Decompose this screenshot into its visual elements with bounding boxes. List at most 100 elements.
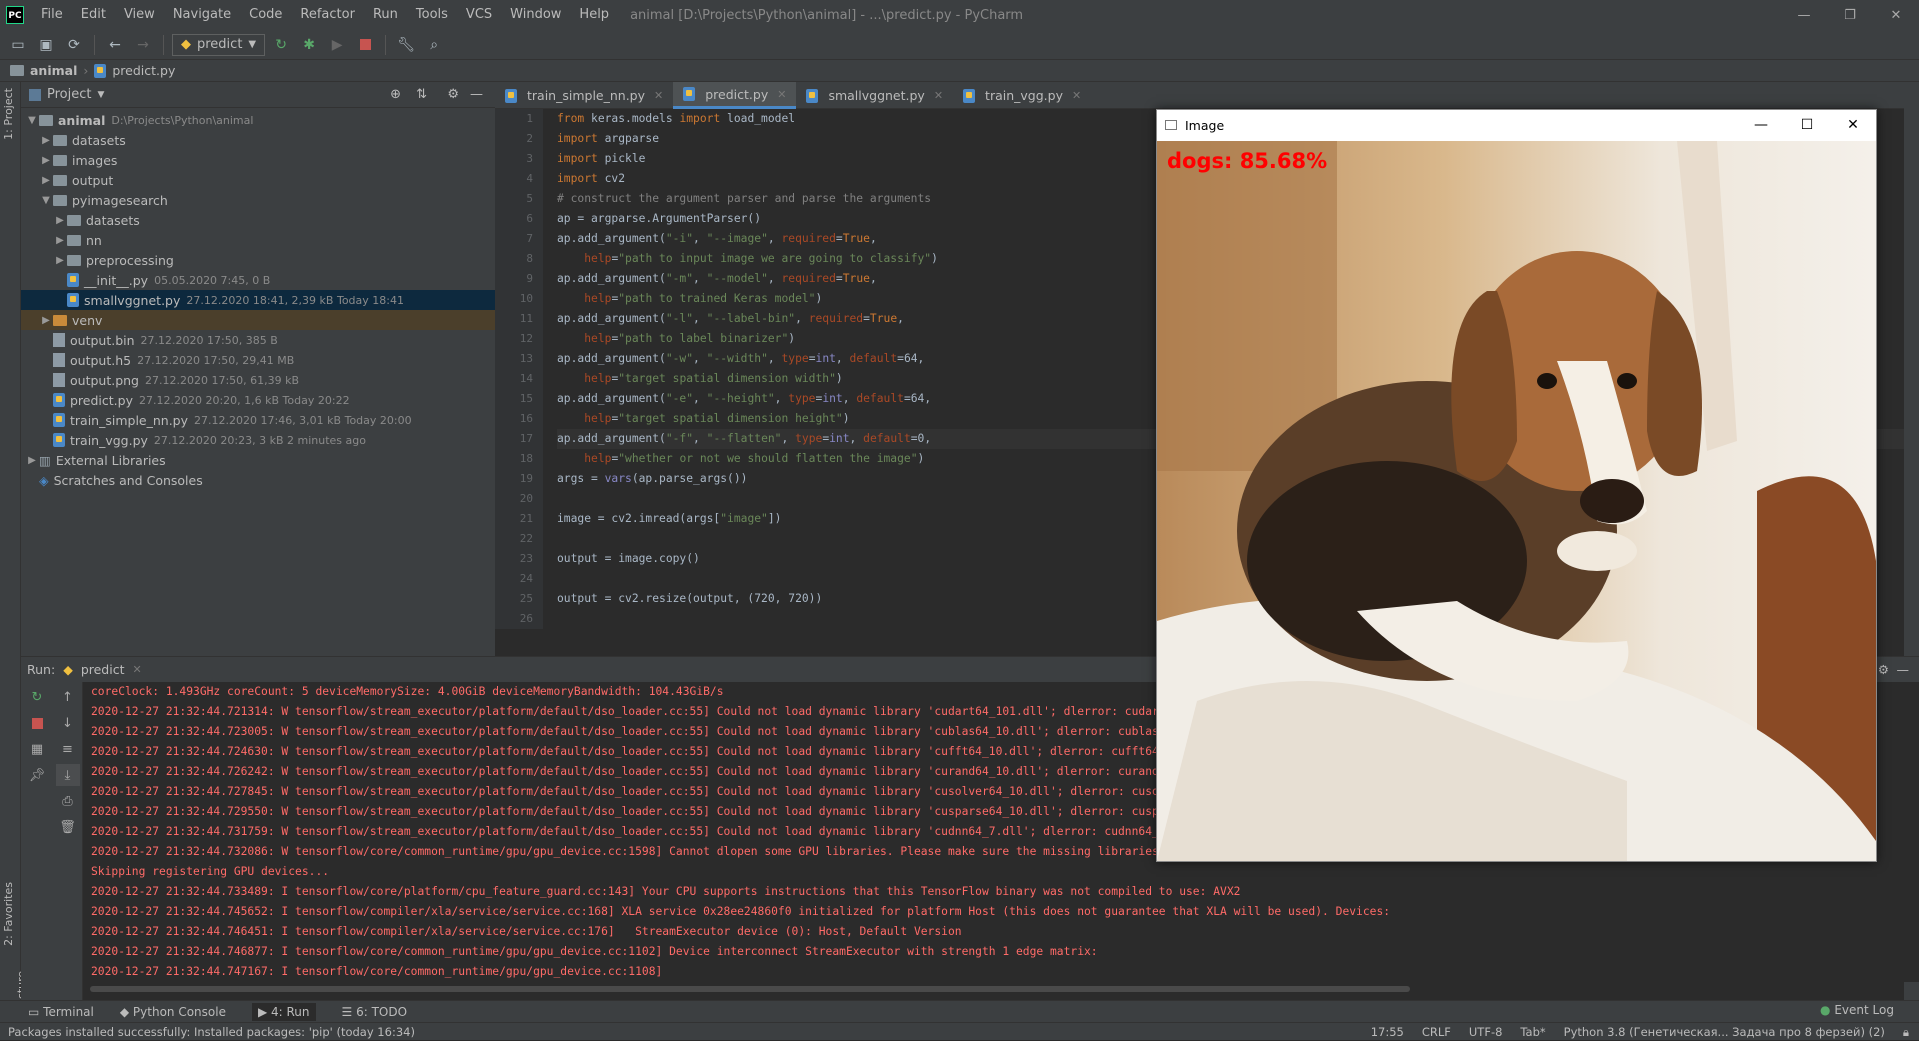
rerun-icon[interactable]: ↻: [25, 686, 49, 708]
chevron-right-icon[interactable]: ▶: [39, 315, 53, 326]
tree-item[interactable]: ▶ nn: [21, 230, 495, 250]
hide-icon[interactable]: —: [470, 87, 483, 102]
editor-tab[interactable]: smallvggnet.py ✕: [796, 82, 953, 109]
line-separator[interactable]: CRLF: [1422, 1023, 1451, 1041]
menu-item-view[interactable]: View: [115, 0, 164, 30]
editor-tab[interactable]: predict.py ✕: [673, 82, 797, 109]
search-icon[interactable]: ⌕: [422, 34, 446, 56]
sync-icon[interactable]: ⟳: [62, 34, 86, 56]
tree-item[interactable]: ▶ datasets: [21, 130, 495, 150]
collapse-all-icon[interactable]: ⇅: [416, 87, 427, 102]
hide-icon[interactable]: —: [1897, 662, 1910, 677]
minimize-icon[interactable]: —: [1738, 110, 1784, 140]
layout-icon[interactable]: ▦: [25, 738, 49, 760]
tab-favorites[interactable]: 2: Favorites: [2, 882, 15, 946]
maximize-icon[interactable]: ☐: [1784, 110, 1830, 140]
coverage-icon[interactable]: ▶: [325, 34, 349, 56]
tree-item[interactable]: ▶ ▥ External Libraries: [21, 450, 495, 470]
chevron-right-icon[interactable]: ▶: [39, 155, 53, 166]
debug-icon[interactable]: ✱: [297, 34, 321, 56]
menu-item-tools[interactable]: Tools: [407, 0, 457, 30]
gear-icon[interactable]: ⚙: [447, 87, 459, 102]
stop-icon[interactable]: [353, 34, 377, 56]
menu-item-navigate[interactable]: Navigate: [164, 0, 240, 30]
locate-icon[interactable]: ⊕: [390, 87, 401, 102]
gear-icon[interactable]: ⚙: [1878, 662, 1889, 677]
run-config-dropdown[interactable]: ◆ predict ▼: [172, 33, 266, 56]
tree-item[interactable]: ◈ Scratches and Consoles: [21, 470, 495, 490]
python-interpreter[interactable]: Python 3.8 (Генетическая... Задача про 8…: [1564, 1023, 1885, 1041]
chevron-right-icon[interactable]: ▶: [25, 455, 39, 466]
save-icon[interactable]: ▣: [34, 34, 58, 56]
close-icon[interactable]: ✕: [934, 89, 943, 102]
menu-item-edit[interactable]: Edit: [72, 0, 115, 30]
tool-window-4-run[interactable]: ▶ 4: Run: [251, 1002, 316, 1021]
tree-item[interactable]: smallvggnet.py 27.12.2020 18:41, 2,39 kB …: [21, 290, 495, 310]
soft-wrap-icon[interactable]: ≡: [56, 738, 80, 760]
back-arrow-icon[interactable]: ←: [103, 34, 127, 56]
close-icon[interactable]: ✕: [1873, 0, 1919, 30]
menu-item-run[interactable]: Run: [364, 0, 407, 30]
rerun-icon[interactable]: ↻: [269, 34, 293, 56]
tool-window-terminal[interactable]: ▭ Terminal: [28, 1005, 94, 1019]
tree-item[interactable]: ▶ preprocessing: [21, 250, 495, 270]
tree-item[interactable]: output.h5 27.12.2020 17:50, 29,41 MB: [21, 350, 495, 370]
scroll-to-end-icon[interactable]: ⤓: [55, 764, 80, 786]
forward-arrow-icon[interactable]: →: [131, 34, 155, 56]
editor-tab[interactable]: train_vgg.py ✕: [953, 82, 1091, 109]
menu-item-vcs[interactable]: VCS: [457, 0, 501, 30]
chevron-down-icon[interactable]: ▼: [97, 90, 104, 100]
tree-item[interactable]: __init__.py 05.05.2020 7:45, 0 B: [21, 270, 495, 290]
close-icon[interactable]: ✕: [132, 663, 141, 676]
close-icon[interactable]: ✕: [654, 89, 663, 102]
menu-item-code[interactable]: Code: [240, 0, 291, 30]
open-folder-icon[interactable]: ▭: [6, 34, 30, 56]
chevron-down-icon[interactable]: ▼: [25, 115, 39, 126]
tree-item[interactable]: ▶ images: [21, 150, 495, 170]
lock-icon[interactable]: 🔒︎: [1903, 1023, 1909, 1041]
close-icon[interactable]: ✕: [1072, 89, 1081, 102]
tree-item[interactable]: ▶ datasets: [21, 210, 495, 230]
menu-item-help[interactable]: Help: [570, 0, 618, 30]
pin-icon[interactable]: 📌︎: [25, 764, 49, 786]
tree-item[interactable]: ▶ venv: [21, 310, 495, 330]
breadcrumb-project[interactable]: animal: [30, 63, 77, 78]
event-log-button[interactable]: ● Event Log: [1820, 1003, 1894, 1017]
editor-tab[interactable]: train_simple_nn.py ✕: [495, 82, 673, 109]
tree-item[interactable]: ▼ pyimagesearch: [21, 190, 495, 210]
tree-item[interactable]: ▶ output: [21, 170, 495, 190]
up-arrow-icon[interactable]: ↑: [56, 686, 80, 708]
minimize-icon[interactable]: —: [1781, 0, 1827, 30]
tree-item[interactable]: output.png 27.12.2020 17:50, 61,39 kB: [21, 370, 495, 390]
tree-item[interactable]: ▼ animal D:\Projects\Python\animal: [21, 110, 495, 130]
chevron-down-icon[interactable]: ▼: [39, 195, 53, 206]
console-horizontal-scrollbar[interactable]: [90, 986, 1410, 992]
chevron-right-icon[interactable]: ▶: [53, 255, 67, 266]
tool-window-6-todo[interactable]: ☰ 6: TODO: [342, 1005, 408, 1019]
project-view-selector[interactable]: Project: [47, 87, 91, 102]
chevron-right-icon[interactable]: ▶: [53, 215, 67, 226]
breadcrumb-file[interactable]: predict.py: [112, 63, 175, 78]
stop-icon[interactable]: [25, 712, 49, 734]
tree-item[interactable]: train_simple_nn.py 27.12.2020 17:46, 3,01…: [21, 410, 495, 430]
chevron-right-icon[interactable]: ▶: [39, 175, 53, 186]
print-icon[interactable]: ⎙: [56, 790, 80, 812]
tree-item[interactable]: predict.py 27.12.2020 20:20, 1,6 kB Today…: [21, 390, 495, 410]
menu-item-file[interactable]: File: [32, 0, 72, 30]
file-encoding[interactable]: UTF-8: [1469, 1023, 1503, 1041]
restore-icon[interactable]: ❐: [1827, 0, 1873, 30]
indent-setting[interactable]: Tab*: [1520, 1023, 1545, 1041]
image-window-titlebar[interactable]: Image — ☐ ✕: [1157, 110, 1876, 140]
chevron-right-icon[interactable]: ▶: [53, 235, 67, 246]
trash-icon[interactable]: 🗑︎: [56, 816, 80, 838]
status-message[interactable]: Packages installed successfully: Install…: [8, 1025, 415, 1039]
tree-item[interactable]: output.bin 27.12.2020 17:50, 385 B: [21, 330, 495, 350]
close-icon[interactable]: ✕: [1830, 110, 1876, 140]
wrench-icon[interactable]: 🔧︎: [394, 34, 418, 56]
close-icon[interactable]: ✕: [777, 88, 786, 101]
caret-position[interactable]: 17:55: [1371, 1023, 1404, 1041]
tab-project[interactable]: 1: Project: [2, 88, 15, 140]
tool-window-python-console[interactable]: ◆ Python Console: [120, 1005, 226, 1019]
tree-item[interactable]: train_vgg.py 27.12.2020 20:23, 3 kB 2 min…: [21, 430, 495, 450]
run-tab-predict[interactable]: predict: [81, 662, 125, 677]
